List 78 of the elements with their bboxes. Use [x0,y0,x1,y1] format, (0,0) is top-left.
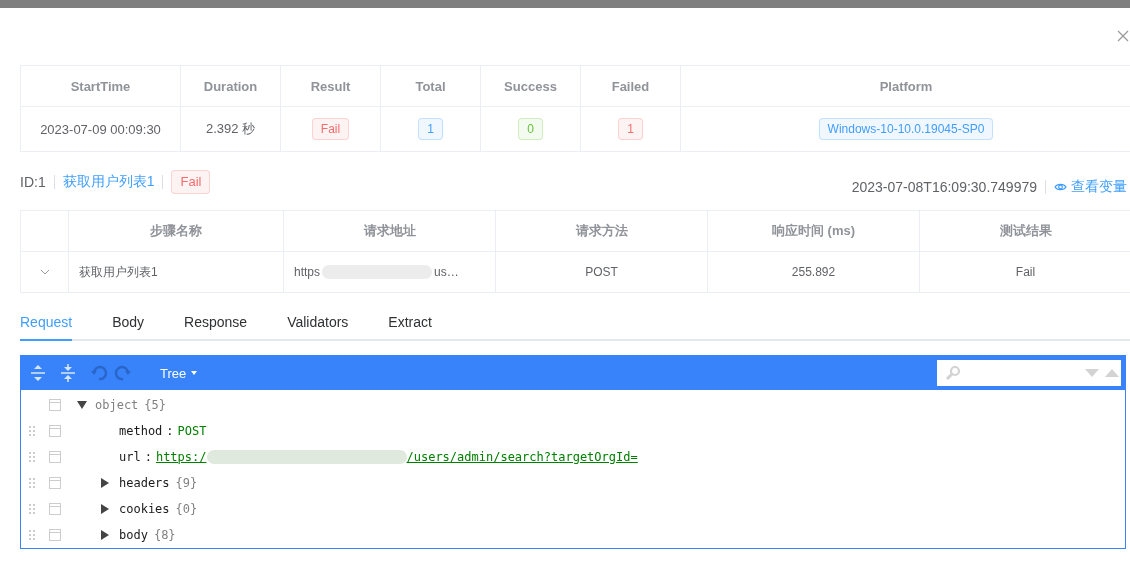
step-name-link[interactable]: 获取用户列表1 [62,173,155,191]
undo-icon[interactable] [90,364,108,382]
tab[interactable]: Response [184,314,248,341]
redo-icon[interactable] [114,364,132,382]
mode-dropdown[interactable]: Tree [160,365,198,381]
context-menu-icon[interactable] [49,477,61,489]
url-link[interactable]: /users/admin/search?targetOrgId= [406,450,638,464]
node-key: url [119,450,141,464]
chevron-down-icon[interactable] [39,269,50,275]
column-header: Platform [879,78,933,94]
timestamp: 2023-07-08T16:09:30.749979 [851,179,1037,195]
close-icon[interactable] [1117,29,1129,42]
view-variables-link[interactable]: 查看变量 [1054,178,1130,196]
node-key: method [119,424,163,438]
table-cell: POST [585,265,618,279]
node-count: {9} [175,476,198,490]
status-tag: 0 [518,118,543,140]
status-tag: Fail [171,170,211,194]
column-header: 请求方法 [575,222,628,240]
expand-all-icon[interactable] [30,364,46,382]
eye-icon [1054,182,1067,192]
context-menu-icon[interactable] [49,451,61,463]
status-tag: 1 [618,118,643,140]
column-header: 请求地址 [363,222,416,240]
next-arrow-icon[interactable] [1085,368,1099,378]
search-field[interactable] [937,360,1121,386]
node-key: body [119,528,148,542]
search-icon [945,365,961,381]
expand-toggle-icon[interactable] [101,530,109,540]
url-link[interactable]: https:/ [155,450,207,464]
status-tag: Fail [311,118,350,140]
previous-arrow-icon[interactable] [1105,368,1119,378]
column-header: Duration [203,78,258,94]
collapse-all-icon[interactable] [60,364,76,382]
node-count: {0} [175,502,198,516]
column-header: StartTime [70,78,131,94]
tab[interactable]: Request [20,314,73,341]
expand-toggle-icon[interactable] [77,401,87,409]
context-menu-icon[interactable] [49,529,61,541]
tab[interactable]: Extract [388,314,432,341]
drag-handle-icon[interactable] [29,450,35,464]
node-key: headers [119,476,170,490]
context-menu-icon[interactable] [49,399,61,411]
tab[interactable]: Body [112,314,145,341]
separator: : [144,450,152,464]
drag-handle-icon[interactable] [29,476,35,490]
table-cell: us… [434,265,459,279]
node-count: {5} [144,398,167,412]
node-value: POST [177,424,207,438]
tab[interactable]: Validators [287,314,349,341]
column-header: Success [504,78,557,94]
column-header: 测试结果 [999,222,1052,240]
table-cell: 255.892 [791,265,836,279]
table-cell: 2023-07-09 00:09:30 [40,121,161,137]
drag-handle-icon[interactable] [29,502,35,516]
expand-toggle-icon[interactable] [101,504,109,514]
expand-toggle-icon[interactable] [101,478,109,488]
column-header: 步骤名称 [150,222,202,240]
column-header: Total [415,78,446,94]
table-cell: 获取用户列表1 [79,263,158,281]
caret-icon [191,371,198,375]
context-menu-icon[interactable] [49,503,61,515]
drag-handle-icon[interactable] [29,528,35,542]
table-cell: https [294,265,320,279]
node-label: object [95,398,139,412]
status-tag: Windows-10-10.0.19045-SP0 [818,118,994,140]
table-cell: 2.392 秒 [205,120,256,138]
separator: : [166,424,174,438]
column-header: 响应时间 (ms) [771,222,856,240]
column-header: Failed [611,78,650,94]
node-key: cookies [119,502,170,516]
column-header: Result [310,78,351,94]
drag-handle-icon[interactable] [29,424,35,438]
table-cell: Fail [1015,265,1036,279]
node-count: {8} [153,528,176,542]
context-menu-icon[interactable] [49,425,61,437]
status-tag: 1 [418,118,443,140]
step-id: ID:1 [20,174,46,190]
